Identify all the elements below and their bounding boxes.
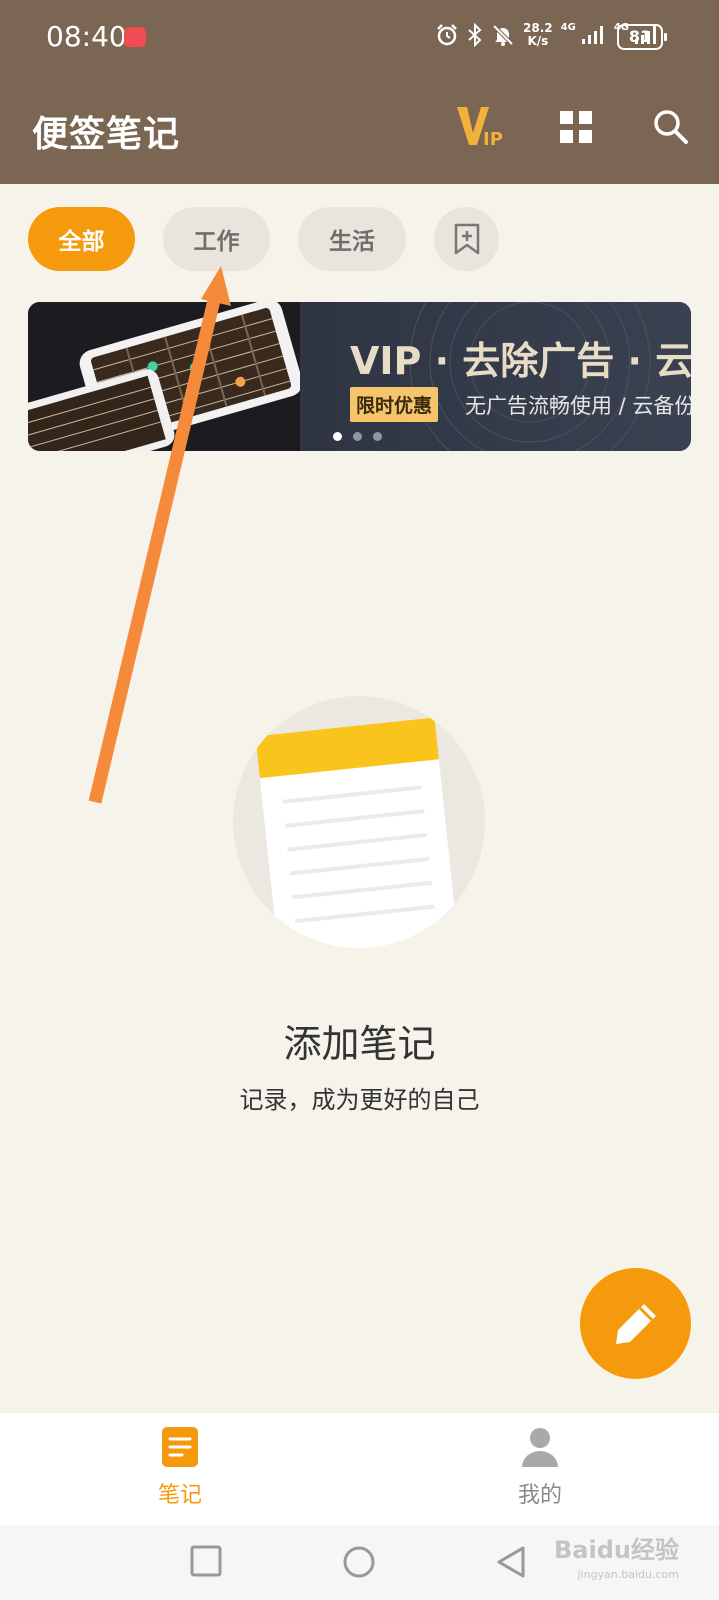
battery-icon: 81 <box>617 24 667 50</box>
grid-icon[interactable] <box>560 111 592 143</box>
signal-icon-1 <box>581 26 603 44</box>
alarm-icon <box>437 24 457 46</box>
nav-notes[interactable]: 笔记 <box>120 1427 240 1509</box>
banner-subtitle: 无广告流畅使用 / 云备份 <box>465 394 691 418</box>
mute-bell-icon <box>492 24 514 46</box>
bottom-nav: 笔记 我的 <box>0 1412 719 1525</box>
bluetooth-icon <box>468 23 482 47</box>
svg-text:IP: IP <box>483 129 503 149</box>
home-icon[interactable] <box>342 1545 376 1579</box>
vip-icon[interactable]: IP <box>455 105 503 149</box>
banner-image <box>28 302 303 451</box>
tab-work[interactable]: 工作 <box>163 207 270 271</box>
watermark: Baidu经验 <box>554 1536 679 1564</box>
banner-headline: VIP · 去除广告 · 云备份 <box>350 339 691 383</box>
add-category-button[interactable] <box>434 207 499 271</box>
recent-apps-icon[interactable] <box>190 1545 222 1577</box>
bookmark-add-icon <box>454 223 479 255</box>
nav-notes-label: 笔记 <box>157 1483 202 1508</box>
watermark-url: jingyan.baidu.com <box>577 1568 679 1581</box>
person-icon <box>522 1428 558 1467</box>
guitar-app-phones-image <box>28 302 303 451</box>
search-icon[interactable] <box>653 109 689 145</box>
network-speed-unit: K/s <box>527 34 549 48</box>
app-notification-icon <box>124 27 146 47</box>
banner-pagination <box>333 432 382 441</box>
nav-mine[interactable]: 我的 <box>480 1427 600 1509</box>
nav-mine-label: 我的 <box>517 1483 562 1508</box>
status-time: 08:40 <box>46 20 127 53</box>
pagination-dot <box>373 432 382 441</box>
app-bar: 便签笔记 IP <box>0 75 719 184</box>
note-icon <box>162 1427 198 1467</box>
banner-text-area: VIP · 去除广告 · 云备份 限时优惠 无广告流畅使用 / 云备份 <box>300 302 691 451</box>
empty-state-subtitle: 记录，成为更好的自己 <box>239 1086 480 1114</box>
vip-promo-banner[interactable]: VIP · 去除广告 · 云备份 限时优惠 无广告流畅使用 / 云备份 <box>28 302 691 451</box>
tab-all[interactable]: 全部 <box>28 207 135 271</box>
status-bar: 08:40 28.2 K/s 4G 4G 81 <box>0 0 719 75</box>
pagination-dot <box>333 432 342 441</box>
pagination-dot <box>353 432 362 441</box>
tab-life[interactable]: 生活 <box>298 207 406 271</box>
app-title: 便签笔记 <box>32 114 181 155</box>
empty-notes-illustration <box>233 696 485 948</box>
empty-state-title: 添加笔记 <box>283 1022 436 1066</box>
signal-type-label-1: 4G <box>560 22 576 33</box>
pencil-icon <box>615 1303 656 1344</box>
back-icon[interactable] <box>495 1545 527 1579</box>
network-speed: 28.2 K/s <box>523 22 553 48</box>
new-note-button[interactable] <box>580 1268 691 1379</box>
banner-badge: 限时优惠 <box>350 387 439 422</box>
